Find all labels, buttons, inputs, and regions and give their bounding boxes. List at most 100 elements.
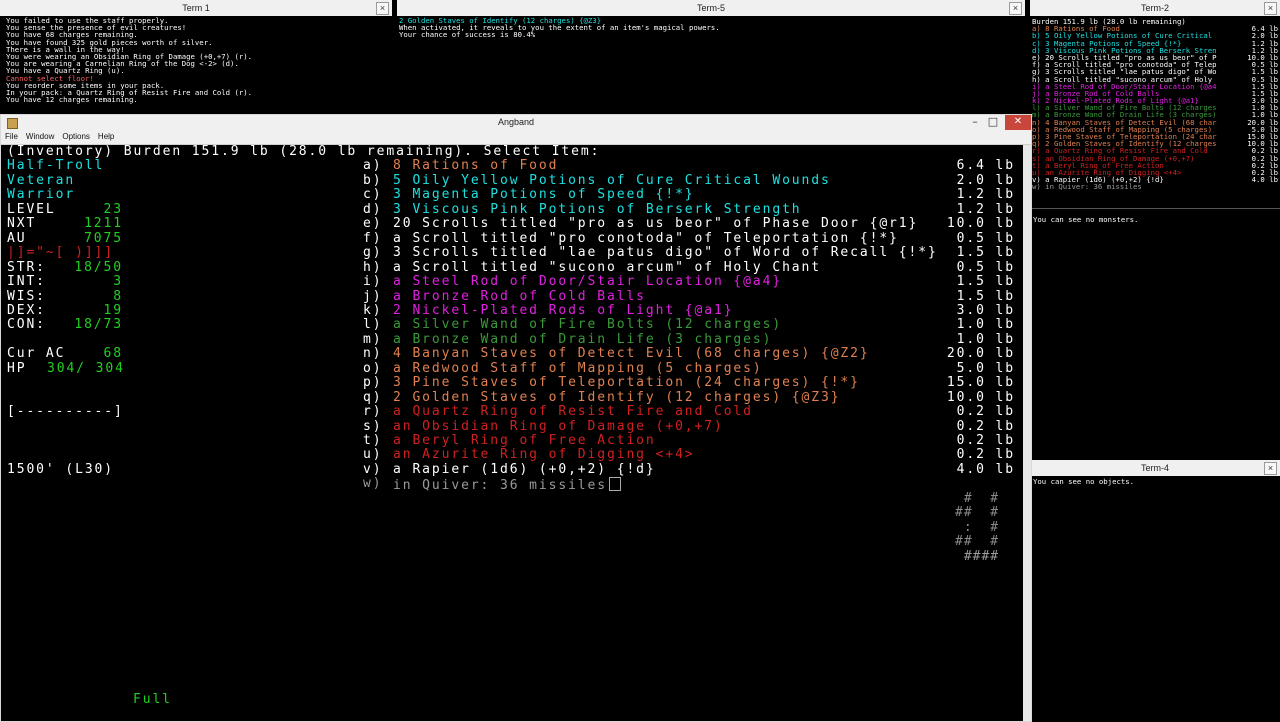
inventory-item[interactable]: i) a Steel Rod of Door/Stair Location {@a… bbox=[363, 274, 1015, 290]
item-name: a Bronze Rod of Cold Balls bbox=[393, 288, 646, 304]
inventory-item[interactable]: p) 3 Pine Staves of Teleportation (24 cha… bbox=[363, 375, 1015, 391]
menu-options[interactable]: Options bbox=[58, 130, 94, 144]
item-name: 3 Pine Staves of Teleportation (24 charg… bbox=[393, 375, 860, 391]
inventory-item[interactable]: b) 5 Oily Yellow Potions of Cure Critical… bbox=[363, 172, 1015, 188]
item-key: w) bbox=[363, 476, 383, 492]
con-value: 18/73 bbox=[74, 317, 123, 333]
inventory-item[interactable]: f) a Scroll titled "pro conotoda" of Tele… bbox=[363, 230, 1015, 246]
item-key: v) bbox=[363, 461, 383, 477]
char-class: Warrior bbox=[7, 187, 76, 203]
term1-titlebar[interactable]: Term 1 × bbox=[0, 0, 392, 16]
inventory-item[interactable]: a) 8 Rations of Food 6.4 lb bbox=[363, 158, 1015, 174]
inventory-header: (Inventory) Burden 151.9 lb (28.0 lb rem… bbox=[7, 144, 601, 159]
angband-titlebar[interactable]: Angband – □ ✕ bbox=[1, 115, 1031, 130]
inventory-entry-weight: 4.0 lb bbox=[1251, 175, 1278, 185]
str-label: STR: bbox=[7, 259, 46, 275]
inventory-item[interactable]: w) in Quiver: 36 missiles bbox=[363, 476, 1015, 493]
term5-close-icon[interactable]: × bbox=[1009, 2, 1022, 15]
inventory-item[interactable]: r) a Quartz Ring of Resist Fire and Cold 0… bbox=[363, 404, 1015, 420]
nxt-label: NXT bbox=[7, 216, 37, 232]
inventory-item[interactable]: g) 3 Scrolls titled "lae patus digo" of W… bbox=[363, 245, 1015, 261]
item-name: a Quartz Ring of Resist Fire and Cold bbox=[393, 404, 753, 420]
item-name: a Scroll titled "sucono arcum" of Holy C… bbox=[393, 259, 821, 275]
monster-list-status: You can see no monsters. bbox=[1033, 215, 1139, 224]
depth-indicator: 1500' (L30) bbox=[7, 461, 114, 477]
int-value: 3 bbox=[113, 274, 123, 290]
inventory-item[interactable]: t) a Beryl Ring of Free Action 0.2 lb bbox=[363, 433, 1015, 448]
item-weight: 1.5 lb bbox=[956, 274, 1015, 290]
message-line: Your chance of success is 80.4% bbox=[399, 30, 536, 40]
menu-bar: File Window Options Help bbox=[1, 130, 1031, 145]
item-name: 2 Nickel-Plated Rods of Light {@a1} bbox=[393, 302, 734, 318]
inventory-item[interactable]: j) a Bronze Rod of Cold Balls 1.5 lb bbox=[363, 288, 1015, 304]
wis-label: WIS: bbox=[7, 288, 46, 304]
item-key: q) bbox=[363, 389, 383, 405]
str-value: 18/50 bbox=[74, 259, 123, 275]
item-weight: 4.0 lb bbox=[956, 461, 1015, 477]
item-name: 4 Banyan Staves of Detect Evil (68 charg… bbox=[393, 346, 870, 362]
menu-file[interactable]: File bbox=[1, 130, 22, 144]
term5-titlebar[interactable]: Term-5 × bbox=[397, 0, 1025, 16]
inventory-item[interactable]: o) a Redwood Staff of Mapping (5 charges)… bbox=[363, 360, 1015, 376]
minimize-icon[interactable]: – bbox=[967, 115, 983, 130]
term1-close-icon[interactable]: × bbox=[376, 2, 389, 15]
item-key: f) bbox=[363, 230, 383, 246]
health-bar: [----------] bbox=[7, 404, 124, 420]
level-label: LEVEL bbox=[7, 201, 56, 217]
term4-window: Term-4 × You can see no objects. bbox=[1030, 460, 1280, 720]
item-weight: 0.5 lb bbox=[956, 230, 1015, 246]
inventory-item[interactable]: c) 3 Magenta Potions of Speed {!*} 1.2 lb bbox=[363, 187, 1015, 202]
app-icon bbox=[7, 118, 18, 129]
item-weight: 0.2 lb bbox=[956, 433, 1015, 448]
item-name: 5 Oily Yellow Potions of Cure Critical W… bbox=[393, 172, 831, 188]
item-key: o) bbox=[363, 360, 383, 376]
vertical-scrollbar[interactable] bbox=[1023, 145, 1031, 721]
item-name: 3 Viscous Pink Potions of Berserk Streng… bbox=[393, 201, 802, 217]
item-weight: 0.2 lb bbox=[956, 418, 1015, 434]
item-name: 3 Scrolls titled "lae patus digo" of Wor… bbox=[393, 245, 938, 261]
inventory-item[interactable]: k) 2 Nickel-Plated Rods of Light {@a1} 3.0… bbox=[363, 302, 1015, 318]
term2-monster-pane: You can see no monsters. bbox=[1030, 208, 1280, 461]
item-key: r) bbox=[363, 404, 383, 420]
text-cursor bbox=[609, 477, 621, 492]
inventory-item[interactable]: n) 4 Banyan Staves of Detect Evil (68 cha… bbox=[363, 346, 1015, 362]
term2-close-icon[interactable]: × bbox=[1264, 2, 1277, 15]
inventory-item[interactable]: e) 20 Scrolls titled "pro as us beor" of … bbox=[363, 216, 1015, 232]
item-weight: 1.5 lb bbox=[956, 288, 1015, 304]
inventory-item[interactable]: s) an Obsidian Ring of Damage (+0,+7) 0.2 … bbox=[363, 418, 1015, 434]
map-row: ## # bbox=[955, 534, 1000, 550]
term4-titlebar[interactable]: Term-4 × bbox=[1030, 460, 1280, 476]
menu-window[interactable]: Window bbox=[22, 130, 58, 144]
hp-value: 304/ 304 bbox=[47, 360, 125, 376]
term1-title: Term 1 bbox=[182, 3, 210, 13]
close-icon[interactable]: ✕ bbox=[1005, 115, 1031, 130]
item-key: a) bbox=[363, 158, 383, 174]
item-name: an Obsidian Ring of Damage (+0,+7) bbox=[393, 418, 724, 434]
item-name: 20 Scrolls titled "pro as us beor" of Ph… bbox=[393, 216, 919, 232]
maximize-icon[interactable]: □ bbox=[985, 115, 1001, 130]
item-weight: 3.0 lb bbox=[956, 302, 1015, 318]
char-race: Half-Troll bbox=[7, 158, 105, 174]
item-key: h) bbox=[363, 259, 383, 275]
ac-label: Cur AC bbox=[7, 346, 66, 362]
item-weight: 1.5 lb bbox=[956, 245, 1015, 261]
angband-main-window: Angband – □ ✕ File Window Options Help (Inv… bbox=[0, 114, 1032, 722]
equipment-glyphs: |]="~[ )]]] bbox=[7, 245, 114, 261]
inventory-item[interactable]: v) a Rapier (1d6) (+0,+2) {!d} 4.0 lb bbox=[363, 461, 1015, 477]
inventory-item[interactable]: m) a Bronze Wand of Drain Life (3 charges… bbox=[363, 332, 1015, 347]
inventory-item[interactable]: q) 2 Golden Staves of Identify (12 charge… bbox=[363, 389, 1015, 405]
hunger-status: Full bbox=[133, 692, 172, 707]
item-name: a Steel Rod of Door/Stair Location {@a4} bbox=[393, 274, 783, 290]
item-key: k) bbox=[363, 302, 383, 318]
inventory-item[interactable]: u) an Azurite Ring of Digging <+4> 0.2 lb bbox=[363, 447, 1015, 462]
item-name: in Quiver: 36 missiles bbox=[393, 477, 621, 493]
term2-titlebar[interactable]: Term-2 × bbox=[1030, 0, 1280, 16]
au-value: 7075 bbox=[84, 230, 123, 246]
inventory-item[interactable]: h) a Scroll titled "sucono arcum" of Holy… bbox=[363, 259, 1015, 275]
term1-message-log: You failed to use the staff properly. You… bbox=[6, 17, 390, 112]
term4-close-icon[interactable]: × bbox=[1264, 462, 1277, 475]
object-list-status: You can see no objects. bbox=[1033, 477, 1135, 486]
menu-help[interactable]: Help bbox=[94, 130, 118, 144]
inventory-item[interactable]: d) 3 Viscous Pink Potions of Berserk Stre… bbox=[363, 201, 1015, 217]
inventory-item[interactable]: l) a Silver Wand of Fire Bolts (12 charge… bbox=[363, 317, 1015, 332]
